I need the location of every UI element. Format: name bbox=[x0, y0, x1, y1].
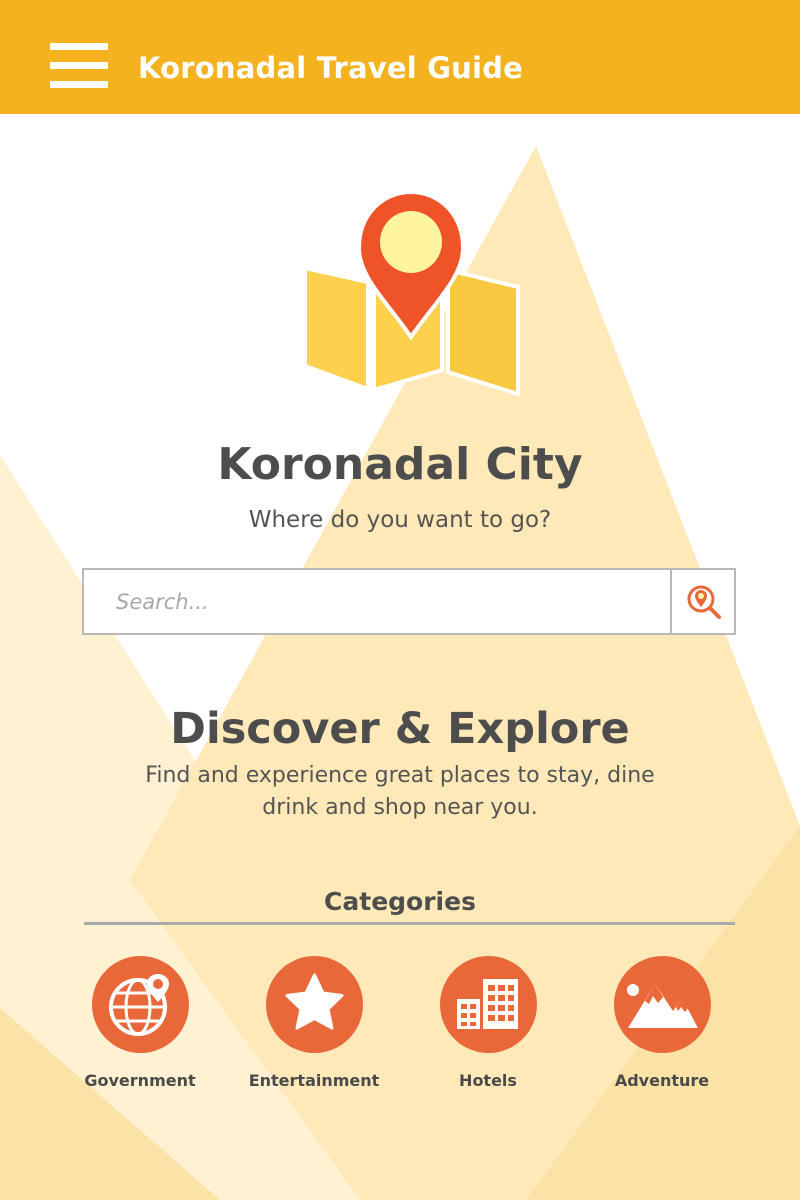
map-panel-right bbox=[446, 267, 520, 397]
category-hotels[interactable]: Hotels bbox=[418, 956, 558, 1096]
main-content: Koronadal City Where do you want to go? … bbox=[0, 0, 800, 1200]
app-title: Koronadal Travel Guide bbox=[138, 51, 523, 85]
menu-line-top bbox=[50, 43, 108, 50]
category-label: Adventure bbox=[614, 1071, 710, 1090]
category-label: Government bbox=[84, 1071, 196, 1090]
star-icon bbox=[266, 956, 363, 1053]
discover-description-line-2: drink and shop near you. bbox=[262, 795, 538, 820]
categories-divider bbox=[84, 922, 735, 925]
menu-line-bottom bbox=[50, 81, 108, 88]
search-bar bbox=[82, 568, 736, 635]
category-label: Entertainment bbox=[248, 1071, 380, 1090]
discover-description-line-1: Find and experience great places to stay… bbox=[145, 763, 655, 788]
category-entertainment[interactable]: Entertainment bbox=[244, 956, 384, 1096]
category-adventure[interactable]: Adventure bbox=[592, 956, 732, 1096]
city-title: Koronadal City bbox=[217, 439, 583, 490]
location-search-button[interactable] bbox=[672, 570, 734, 633]
city-subtitle: Where do you want to go? bbox=[248, 507, 552, 533]
globe-pin-icon bbox=[92, 956, 189, 1053]
location-search-icon bbox=[687, 585, 721, 619]
buildings-icon bbox=[440, 956, 537, 1053]
discover-description: Find and experience great places to stay… bbox=[142, 760, 658, 824]
app-screen: { "colors": { "header": "#f5b21f", "acce… bbox=[0, 0, 800, 1200]
hamburger-menu-icon[interactable] bbox=[50, 43, 108, 89]
mountains-icon bbox=[614, 956, 711, 1053]
map-pin-icon bbox=[303, 192, 520, 397]
category-label: Hotels bbox=[459, 1071, 517, 1090]
app-header: Koronadal Travel Guide bbox=[0, 0, 800, 114]
category-government[interactable]: Government bbox=[70, 956, 210, 1096]
map-panel-left bbox=[303, 265, 370, 392]
search-input[interactable] bbox=[84, 570, 670, 633]
discover-title: Discover & Explore bbox=[170, 704, 630, 754]
location-pin-center bbox=[380, 211, 442, 273]
categories-title: Categories bbox=[324, 887, 476, 916]
menu-line-middle bbox=[50, 62, 108, 69]
